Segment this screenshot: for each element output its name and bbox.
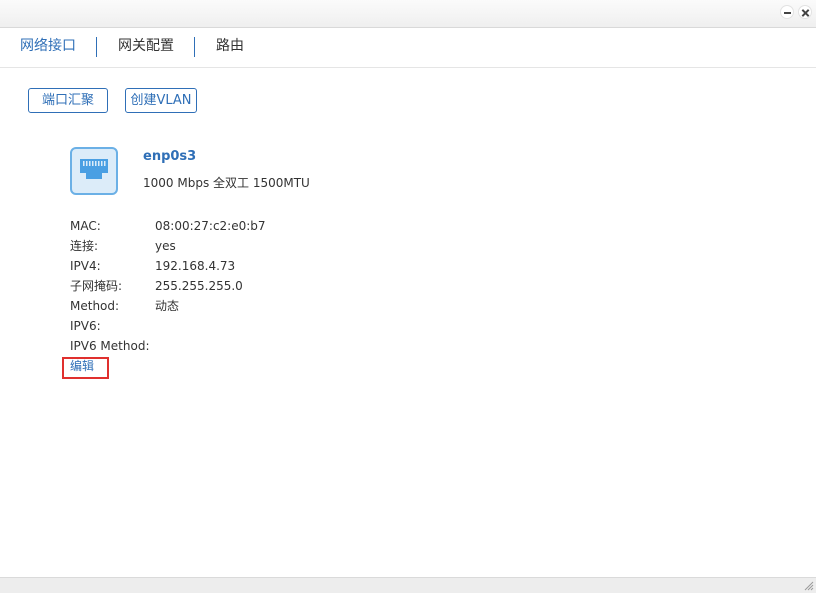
- tab-routes[interactable]: 路由: [216, 37, 244, 55]
- interface-description: 1000 Mbps 全双工 1500MTU: [143, 176, 310, 190]
- ethernet-port-icon: [70, 147, 118, 195]
- tab-bar: 网络接口 网关配置 路由: [0, 28, 816, 68]
- status-bar: [0, 577, 816, 593]
- connected-label: 连接:: [70, 239, 99, 253]
- ipv4-value: 192.168.4.73: [155, 259, 236, 273]
- interface-name: enp0s3: [143, 149, 197, 164]
- ipv6-label: IPV6:: [70, 319, 101, 333]
- resize-grip-icon[interactable]: [804, 581, 814, 591]
- edit-link[interactable]: 编辑: [70, 358, 94, 374]
- ipv6-method-label: IPV6 Method:: [70, 339, 150, 353]
- mac-label: MAC:: [70, 219, 101, 233]
- minimize-icon[interactable]: [780, 5, 794, 19]
- close-icon[interactable]: [798, 5, 812, 19]
- subnet-mask-label: 子网掩码:: [70, 279, 123, 293]
- connected-value: yes: [155, 239, 176, 253]
- tab-network-interfaces[interactable]: 网络接口: [20, 37, 76, 55]
- mac-value: 08:00:27:c2:e0:b7: [155, 219, 266, 233]
- ipv4-label: IPV4:: [70, 259, 101, 273]
- method-value: 动态: [155, 299, 180, 313]
- tab-gateway-config[interactable]: 网关配置: [118, 37, 174, 55]
- window-titlebar: [0, 0, 816, 28]
- tab-divider: [96, 37, 97, 57]
- create-vlan-button[interactable]: 创建VLAN: [125, 88, 197, 113]
- port-aggregation-button[interactable]: 端口汇聚: [28, 88, 108, 113]
- subnet-mask-value: 255.255.255.0: [155, 279, 243, 293]
- tab-divider: [194, 37, 195, 57]
- method-label: Method:: [70, 299, 120, 313]
